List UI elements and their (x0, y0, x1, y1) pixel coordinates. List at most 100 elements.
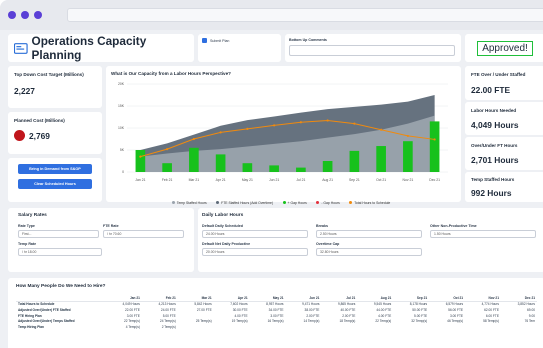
address-bar[interactable] (66, 8, 543, 22)
window-maximize-dot[interactable] (33, 11, 42, 19)
table-cell[interactable] (286, 324, 322, 330)
labor-value: 4,049 Hours (471, 120, 519, 130)
fte-value: 22.00 FTE (471, 85, 511, 95)
y-tick-label: 20K (118, 82, 125, 86)
x-tick-label: May 21 (242, 178, 253, 182)
legend-total[interactable]: Total Hours to Schedule (349, 201, 390, 205)
status-red-icon (14, 130, 25, 141)
bring-demand-button[interactable]: Bring in Demand from S&OP (18, 164, 92, 174)
submit-plan-label: Submit Plan (210, 38, 230, 43)
total-hours-point (353, 122, 356, 125)
table-cell[interactable] (357, 324, 393, 330)
rate-type-select[interactable]: First... (18, 230, 99, 238)
table-cell[interactable]: 2 Temp(s) (142, 324, 178, 330)
table-cell[interactable] (214, 324, 250, 330)
net-productive-label: Default Net Daily Productive (202, 242, 251, 246)
plus-gap-bar (135, 150, 146, 172)
y-tick-label: 15K (118, 104, 125, 108)
x-tick-label: Sep 21 (349, 178, 360, 182)
table-cell[interactable] (501, 324, 537, 330)
overunder-label: Over/Under FT Hours (471, 143, 518, 148)
x-tick-label: Aug 21 (322, 178, 333, 182)
plus-gap-bar (322, 161, 333, 172)
actions-card: Bring in Demand from S&OP Clear Schedule… (8, 158, 102, 202)
clear-hours-button[interactable]: Clear Scheduled Hours (18, 179, 92, 189)
overunder-value: 2,701 Hours (471, 155, 519, 165)
table-cell[interactable] (250, 324, 286, 330)
labor-label: Labor Hours Needed (471, 108, 517, 113)
y-tick-label: 5K (120, 148, 125, 152)
temp-label: Temp Staffed Hours (471, 177, 515, 182)
labor-card: Labor Hours Needed 4,049 Hours (465, 102, 543, 135)
table-cell[interactable] (465, 324, 501, 330)
x-tick-label: Oct 21 (376, 178, 386, 182)
window-minimize-dot[interactable] (20, 11, 29, 19)
plus-gap-bar (215, 154, 226, 172)
top-down-value: 2,227 (14, 86, 35, 96)
temp-value: 992 Hours (471, 188, 512, 198)
overtime-cap-label: Overtime Cap (316, 242, 340, 246)
y-tick-label: 0 (122, 170, 124, 174)
capacity-chart-card: What is Our Capacity from a Labor Hours … (106, 66, 461, 205)
plus-gap-bar (376, 146, 386, 172)
fte-label: FTE Over / Under Staffed (471, 72, 526, 77)
temp-rate-input[interactable]: / hr 18.00 (18, 248, 102, 256)
dashboard-icon (14, 42, 28, 54)
overtime-cap-input[interactable]: 32.80 Hours (316, 248, 422, 256)
hire-table: Jan 21 Feb 21 Mar 21 Apr 21 May 21 Jun 2… (16, 295, 537, 330)
table-cell[interactable] (178, 324, 214, 330)
submit-checkbox[interactable] (202, 38, 207, 43)
row-label: Temp Hiring Plan (18, 324, 44, 329)
approved-badge: Approved! (477, 40, 533, 56)
legend-plus-gap[interactable]: + Gap Hours (282, 201, 307, 205)
table-row: Temp Hiring Plan 4 Temp(s) 2 Temp(s) (16, 324, 537, 330)
total-hours-point (219, 131, 222, 134)
x-tick-label: Jun 21 (269, 178, 279, 182)
total-hours-point (299, 121, 302, 124)
other-time-input[interactable]: 1.50 Hours (430, 230, 536, 238)
overunder-card: Over/Under FT Hours 2,701 Hours (465, 137, 543, 170)
planned-label: Planned Cost (Millions) (14, 118, 65, 123)
table-cell[interactable] (321, 324, 357, 330)
salary-title: Salary Rates (18, 213, 47, 218)
fte-rate-input[interactable]: / hr 70.60 (103, 230, 184, 238)
default-scheduled-label: Default Daily Scheduled (202, 224, 243, 228)
total-hours-point (139, 155, 142, 158)
total-hours-point (326, 119, 329, 122)
breaks-input[interactable]: 2.50 Hours (316, 230, 422, 238)
fte-card: FTE Over / Under Staffed 22.00 FTE (465, 66, 543, 100)
plus-gap-bar (296, 167, 306, 172)
top-down-card: Top Down Cost Target (Millions) 2,227 (8, 66, 102, 108)
x-tick-label: Nov 21 (403, 178, 414, 182)
net-productive-input[interactable]: 20.00 Hours (202, 248, 308, 256)
rate-type-label: Rate Type (18, 224, 35, 228)
chart-legend: Temp Staffed Hours FTE Staffed Hours (Ad… (111, 191, 456, 209)
breaks-label: Breaks (316, 224, 328, 228)
daily-title: Daily Labor Hours (202, 213, 244, 218)
hire-card: How Many People Do We Need to Hire? Jan … (8, 278, 543, 348)
x-tick-label: Feb 21 (162, 178, 173, 182)
x-tick-label: Jan 21 (135, 178, 145, 182)
title-bar (0, 0, 543, 30)
bottom-up-card: Bottom Up Comments (285, 34, 461, 62)
default-scheduled-input[interactable]: 24.00 Hours (202, 230, 308, 238)
table-cell[interactable] (429, 324, 465, 330)
page-title: Operations Capacity Planning (31, 34, 147, 62)
top-down-label: Top Down Cost Target (Millions) (14, 72, 84, 77)
table-cell[interactable]: 4 Temp(s) (106, 324, 142, 330)
total-hours-point (433, 138, 436, 141)
plus-gap-bar (162, 163, 172, 172)
plus-gap-bar (242, 163, 253, 172)
plus-gap-bar (269, 165, 279, 172)
total-hours-point (166, 148, 169, 151)
legend-fte[interactable]: FTE Staffed Hours (Add Overtime) (216, 201, 273, 205)
legend-minus-gap[interactable]: - Gap Hours (316, 201, 340, 205)
legend-temp[interactable]: Temp Staffed Hours (171, 201, 207, 205)
salary-card: Salary Rates Rate Type First... FTE Rate… (8, 208, 194, 272)
window-close-dot[interactable] (8, 11, 16, 19)
bottom-up-comments-input[interactable] (289, 45, 455, 56)
total-hours-point (192, 137, 195, 141)
capacity-chart: 0 5K 10K 15K 20K Jan 21 Feb 21 Mar 21 Apr 21 May … (118, 82, 448, 182)
table-cell[interactable] (393, 324, 429, 330)
submit-card: Submit Plan (198, 34, 281, 62)
